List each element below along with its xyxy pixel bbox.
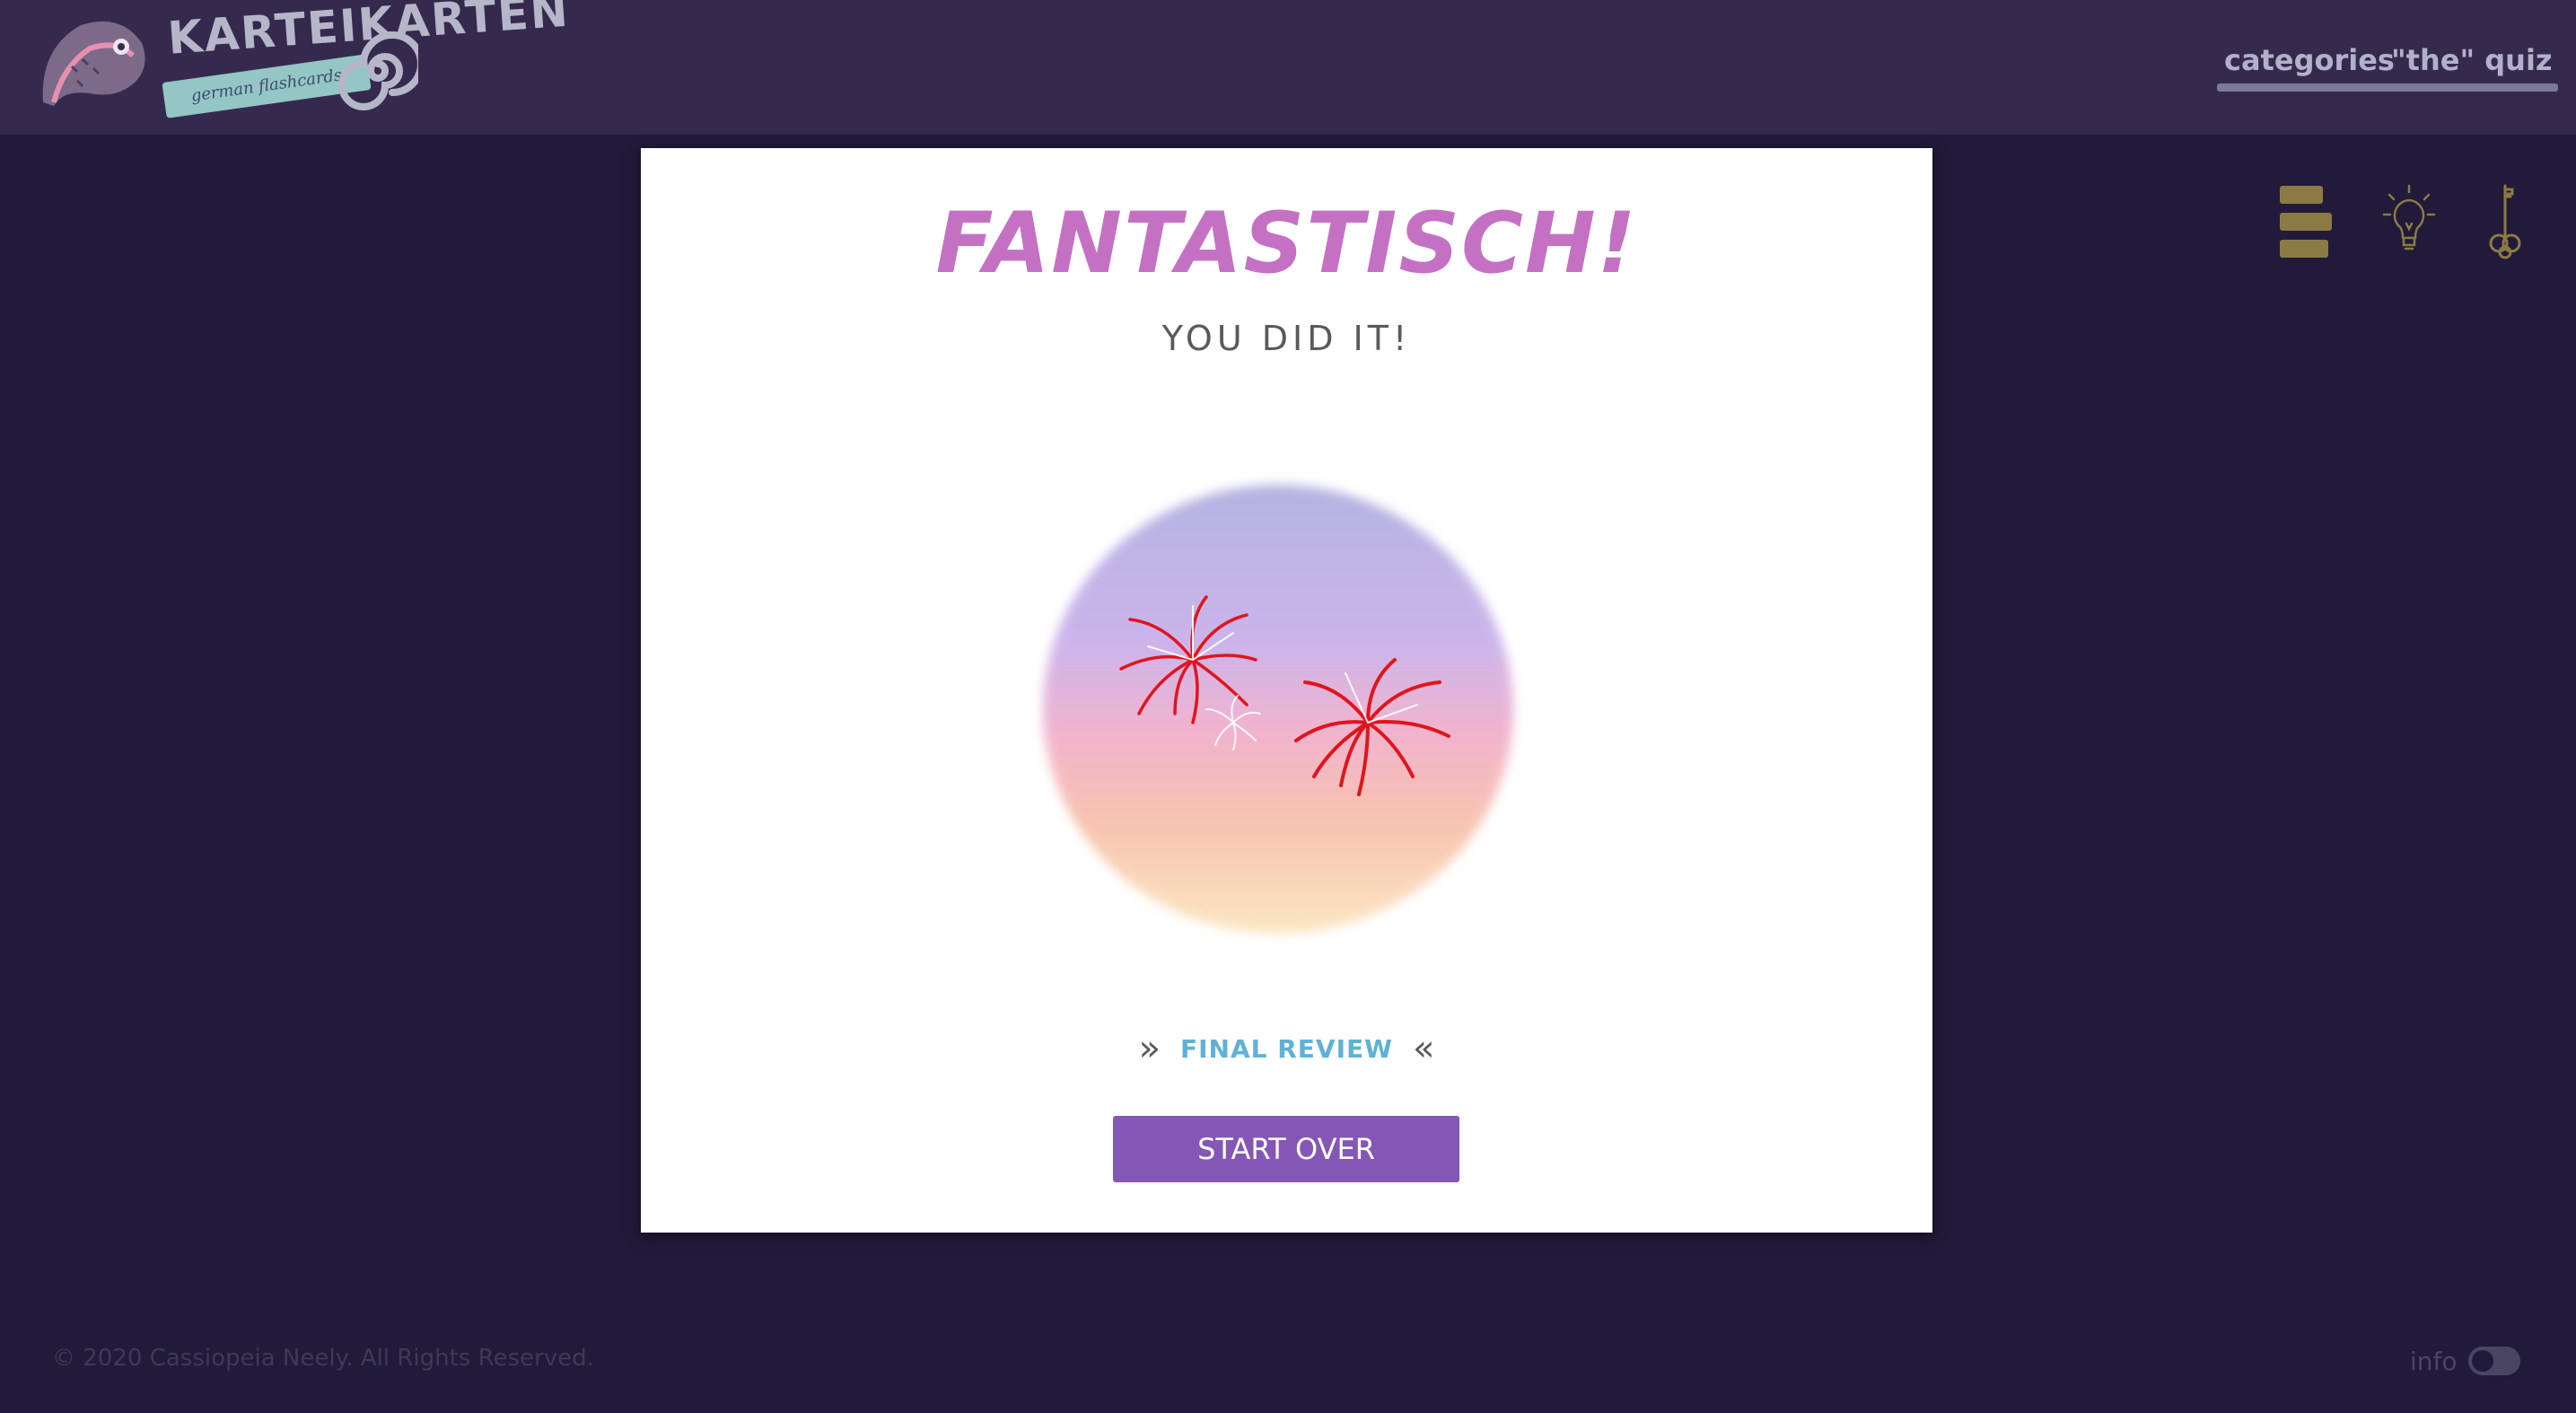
double-chevron-right-icon: » (1138, 1028, 1161, 1069)
chameleon-icon (42, 21, 145, 106)
card-title: FANTASTISCH! (935, 195, 1638, 293)
menu-icon[interactable] (2280, 184, 2332, 264)
spiral-icon (338, 31, 418, 110)
completion-card: FANTASTISCH! YOU DID IT! » FINAL REVIEW (641, 148, 1932, 1233)
final-review-row: » FINAL REVIEW « (641, 1028, 1932, 1069)
toggle-knob (2472, 1350, 2493, 1372)
final-review-link[interactable]: FINAL REVIEW (1180, 1034, 1393, 1064)
card-subtitle: YOU DID IT! (1161, 319, 1412, 358)
fireworks-illustration (1043, 485, 1513, 934)
top-navigation-bar: KARTEIKARTEN german flashcards categorie… (0, 0, 2576, 135)
info-toggle[interactable] (2468, 1347, 2520, 1375)
lightbulb-icon[interactable] (2382, 184, 2436, 264)
nav-categories-link[interactable]: categories (2217, 43, 2400, 92)
nav-quiz-link[interactable]: "the" quiz (2384, 43, 2558, 92)
key-icon[interactable] (2483, 184, 2528, 264)
info-toggle-label: info (2410, 1347, 2458, 1376)
start-over-button[interactable]: START OVER (1113, 1116, 1459, 1182)
double-chevron-left-icon: « (1413, 1028, 1435, 1069)
site-logo[interactable]: KARTEIKARTEN german flashcards (36, 0, 571, 118)
copyright-text: © 2020 Cassiopeia Neely. All Rights Rese… (52, 1345, 594, 1372)
